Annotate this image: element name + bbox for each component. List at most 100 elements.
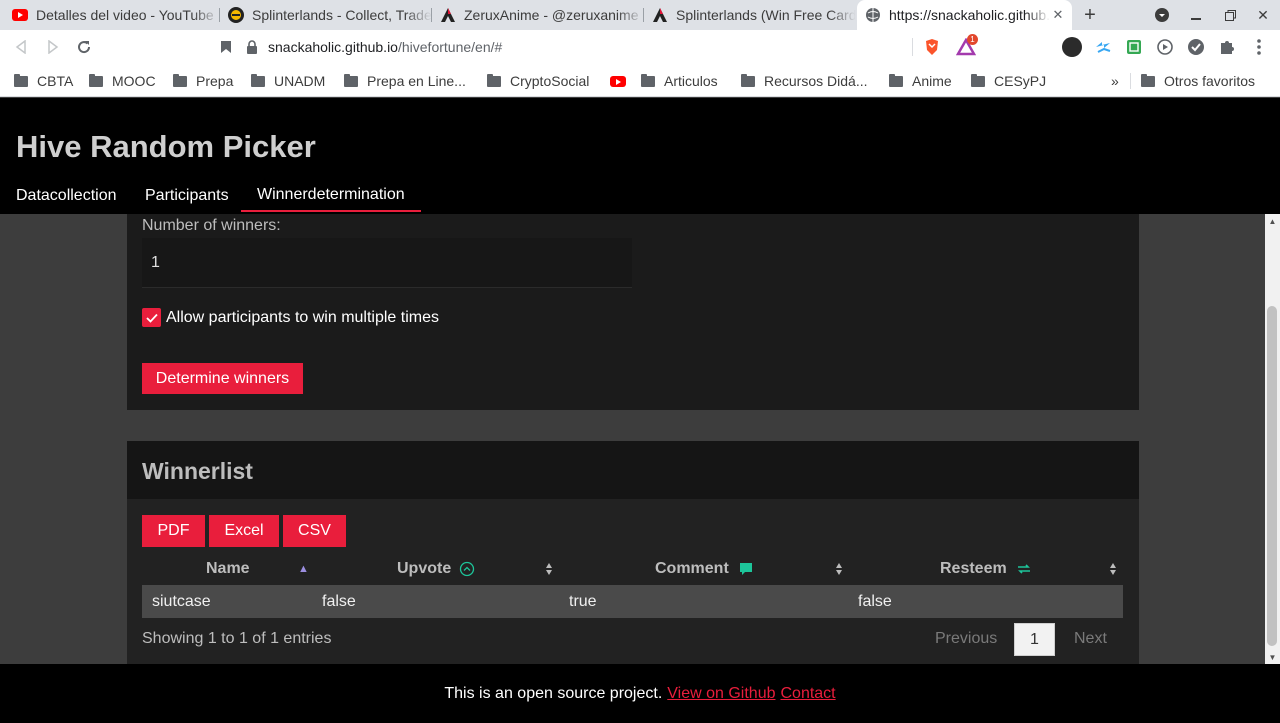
bookmark-label: Recursos Didá... bbox=[764, 73, 868, 89]
pagination-page-1[interactable]: 1 bbox=[1014, 623, 1055, 656]
allow-multiple-checkbox[interactable] bbox=[142, 308, 161, 327]
bookmark-folder[interactable]: CryptoSocial bbox=[487, 71, 589, 91]
browser-tab[interactable]: Splinterlands - Collect, Trade bbox=[220, 0, 432, 30]
page-scrollbar[interactable]: ▲ ▼ bbox=[1265, 214, 1280, 664]
browser-tab-active[interactable]: https://snackaholic.github.io ✕ bbox=[857, 0, 1072, 30]
main-content: Number of winners: Allow participants to… bbox=[0, 214, 1265, 664]
folder-icon bbox=[1141, 73, 1155, 87]
bookmark-label: Prepa bbox=[196, 73, 234, 89]
pagination-previous[interactable]: Previous bbox=[935, 630, 997, 648]
scroll-up-icon[interactable]: ▲ bbox=[1265, 214, 1280, 228]
splinterlands-icon bbox=[228, 7, 244, 23]
folder-icon bbox=[89, 73, 103, 87]
close-window-icon[interactable]: ✕ bbox=[1250, 0, 1276, 30]
sort-both-icon[interactable] bbox=[835, 555, 843, 583]
bookmark-divider bbox=[1130, 73, 1131, 89]
browser-tab[interactable]: Detalles del video - YouTube bbox=[0, 0, 220, 30]
browser-tab-title: Splinterlands - Collect, Trade bbox=[252, 7, 432, 23]
bookmark-icon[interactable] bbox=[215, 36, 237, 58]
tab-search-icon[interactable] bbox=[1149, 0, 1175, 30]
menu-kebab-icon[interactable] bbox=[1248, 36, 1270, 58]
forward-icon[interactable] bbox=[42, 36, 64, 58]
scroll-down-icon[interactable]: ▼ bbox=[1265, 650, 1280, 664]
browser-tab-title: https://snackaholic.github.io bbox=[889, 7, 1050, 23]
media-extension-icon[interactable] bbox=[1154, 36, 1176, 58]
resteem-icon bbox=[1017, 563, 1031, 575]
export-excel-button[interactable]: Excel bbox=[209, 515, 279, 547]
sort-both-icon[interactable] bbox=[1109, 555, 1117, 583]
tab-participants[interactable]: Participants bbox=[129, 180, 245, 212]
address-bar[interactable]: snackaholic.github.io/hivefortune/en/# bbox=[246, 32, 922, 62]
close-tab-icon[interactable]: ✕ bbox=[1050, 7, 1066, 23]
bookmark-folder[interactable]: Anime bbox=[889, 71, 952, 91]
bookmark-label: UNADM bbox=[274, 73, 326, 89]
globe-icon bbox=[865, 7, 881, 23]
determine-winners-button[interactable]: Determine winners bbox=[142, 363, 303, 394]
bookmark-folder[interactable]: Recursos Didá... bbox=[741, 71, 867, 91]
bookmark-folder[interactable]: Prepa en Line... bbox=[344, 71, 466, 91]
lock-icon bbox=[246, 40, 258, 54]
other-bookmarks-folder[interactable]: Otros favoritos bbox=[1141, 71, 1255, 91]
bookmark-folder[interactable]: CESyPJ bbox=[971, 71, 1046, 91]
github-link[interactable]: View on Github bbox=[667, 685, 775, 703]
sort-both-icon[interactable] bbox=[545, 555, 553, 583]
tab-datacollection[interactable]: Datacollection bbox=[0, 180, 133, 212]
folder-icon bbox=[641, 73, 655, 87]
winnerlist-card: Winnerlist PDF Excel CSV Name ▲ Upvote C… bbox=[127, 441, 1139, 664]
bookmark-label: MOOC bbox=[112, 73, 156, 89]
cell-name: siutcase bbox=[152, 593, 211, 610]
minimize-icon[interactable] bbox=[1183, 0, 1209, 30]
bookmark-folder[interactable]: Articulos bbox=[641, 71, 718, 91]
steam-extension-icon[interactable] bbox=[1062, 37, 1082, 57]
column-header-name[interactable]: Name bbox=[206, 555, 250, 583]
footer-text: This is an open source project. bbox=[444, 684, 663, 702]
sheet-extension-icon[interactable] bbox=[1123, 36, 1145, 58]
browser-tab[interactable]: ZeruxAnime - @zeruxanime bbox=[432, 0, 644, 30]
contact-link[interactable]: Contact bbox=[780, 685, 835, 703]
column-header-label: Upvote bbox=[397, 560, 452, 577]
bookmark-youtube[interactable] bbox=[610, 71, 626, 91]
folder-icon bbox=[487, 73, 501, 87]
bookmark-folder[interactable]: UNADM bbox=[251, 71, 325, 91]
toolbar-divider bbox=[912, 38, 913, 56]
brave-rewards-icon[interactable]: 1 bbox=[955, 34, 978, 58]
scrollbar-thumb[interactable] bbox=[1267, 306, 1277, 646]
hivesigner-extension-icon[interactable] bbox=[1092, 36, 1114, 58]
browser-tab-title: ZeruxAnime - @zeruxanime bbox=[464, 7, 639, 23]
rewards-badge: 1 bbox=[967, 34, 978, 45]
url-host: snackaholic.github.io bbox=[268, 39, 398, 55]
bookmark-folder[interactable]: CBTA bbox=[14, 71, 73, 91]
bookmark-folder[interactable]: MOOC bbox=[89, 71, 156, 91]
bookmark-label: Anime bbox=[912, 73, 952, 89]
browser-tab[interactable]: Splinterlands (Win Free Cards) bbox=[644, 0, 856, 30]
check-extension-icon[interactable] bbox=[1185, 36, 1207, 58]
reload-icon[interactable] bbox=[73, 36, 95, 58]
folder-icon bbox=[251, 73, 265, 87]
tab-winnerdetermination[interactable]: Winnerdetermination bbox=[241, 180, 421, 212]
back-icon[interactable] bbox=[10, 36, 32, 58]
folder-icon bbox=[889, 73, 903, 87]
youtube-icon bbox=[12, 7, 28, 23]
column-header-resteem[interactable]: Resteem bbox=[940, 555, 1031, 583]
sort-asc-icon[interactable]: ▲ bbox=[298, 555, 309, 583]
bookmark-folder[interactable]: Prepa bbox=[173, 71, 233, 91]
export-pdf-button[interactable]: PDF bbox=[142, 515, 205, 547]
browser-toolbar: snackaholic.github.io/hivefortune/en/# 1 bbox=[0, 30, 1280, 64]
extensions-puzzle-icon[interactable] bbox=[1216, 36, 1238, 58]
table-row[interactable]: siutcase false true false bbox=[142, 585, 1123, 618]
allow-multiple-row[interactable]: Allow participants to win multiple times bbox=[142, 308, 439, 327]
export-csv-button[interactable]: CSV bbox=[283, 515, 346, 547]
restore-icon[interactable] bbox=[1217, 0, 1243, 30]
brave-shield-icon[interactable] bbox=[921, 36, 943, 58]
bookmark-label: CESyPJ bbox=[994, 73, 1047, 89]
number-of-winners-input[interactable] bbox=[142, 238, 632, 288]
winner-determination-card: Number of winners: Allow participants to… bbox=[127, 214, 1139, 410]
browser-tab-strip: Detalles del video - YouTube Splinterlan… bbox=[0, 0, 1280, 30]
folder-icon bbox=[344, 73, 358, 87]
column-header-upvote[interactable]: Upvote bbox=[397, 555, 475, 583]
column-header-comment[interactable]: Comment bbox=[655, 555, 753, 583]
pagination-next[interactable]: Next bbox=[1074, 630, 1107, 648]
bookmarks-overflow-button[interactable]: » bbox=[1111, 71, 1119, 91]
bookmarks-bar: CBTA MOOC Prepa UNADM Prepa en Line... C… bbox=[0, 64, 1280, 97]
new-tab-button[interactable]: + bbox=[1077, 0, 1103, 30]
